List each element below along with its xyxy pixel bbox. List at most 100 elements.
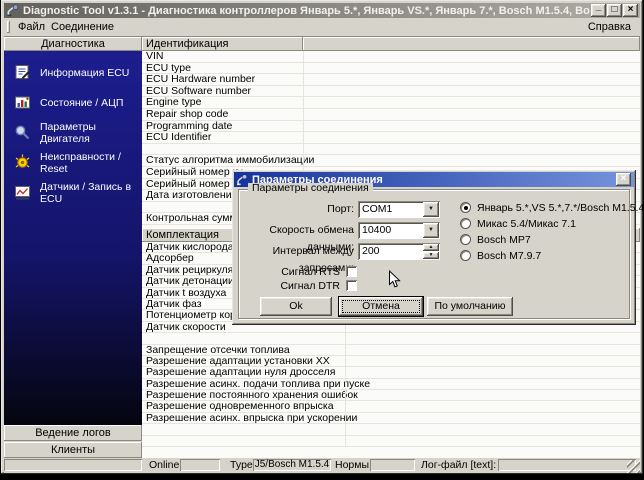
radio-bosch-mp7[interactable] (460, 234, 471, 245)
chevron-down-icon[interactable]: ▼ (423, 202, 439, 217)
row-label: ECU type (142, 63, 640, 74)
menu-gripper-icon (7, 21, 10, 33)
type-value-box: J5/Bosch M1.5.4 (253, 459, 331, 471)
window-title: Diagnostic Tool v1.3.1 - Диагностика кон… (23, 5, 590, 17)
sidebar-item-ecu-info[interactable]: Информация ECU (14, 64, 142, 81)
radio-selected-dot (464, 206, 468, 210)
table-row[interactable]: VIN (142, 51, 640, 63)
norms-label: Нормы: (335, 459, 372, 472)
row-label: Запрещение отсечки топлива (142, 345, 640, 356)
table-row[interactable]: Engine type (142, 97, 640, 109)
sidebar-item-status-adc[interactable]: Состояние / АЦП (14, 94, 142, 111)
spin-down-icon[interactable]: ▼ (423, 252, 439, 259)
chevron-down-icon[interactable]: ▼ (423, 223, 439, 238)
status-bar: Online: Type: J5/Bosch M1.5.4 Нормы: Лог… (4, 458, 640, 473)
row-label: Разрешение постоянного хранения ошибок (142, 390, 640, 401)
online-label: Online: (149, 459, 182, 472)
rts-checkbox[interactable] (346, 266, 357, 277)
maximize-button[interactable]: □ (607, 4, 622, 17)
app-icon (6, 4, 20, 17)
resize-grip[interactable] (627, 460, 640, 473)
baud-select[interactable]: 10400 ▼ (358, 222, 440, 239)
window-titlebar[interactable]: Diagnostic Tool v1.3.1 - Диагностика кон… (4, 3, 640, 18)
radio-label: Bosch MP7 (477, 234, 531, 246)
type-label: Type: (230, 459, 256, 472)
spin-up-icon[interactable]: ▲ (423, 244, 439, 251)
mouse-cursor-icon (388, 270, 401, 290)
cancel-button[interactable]: Отмена (338, 296, 424, 317)
minimize-icon: _ (591, 4, 606, 10)
sidebar-nav: Информация ECU Состояние / АЦП Параметры… (4, 51, 142, 425)
logfile-label: Лог-файл [text]: (421, 459, 496, 472)
port-label: Порт: (240, 201, 354, 218)
table-row[interactable]: Repair shop code (142, 109, 640, 121)
row-label: Engine type (142, 97, 640, 108)
table-row[interactable]: Статус алгоритма иммобилизации (142, 155, 640, 167)
radio-label: Микас 5.4/Микас 7.1 (477, 218, 576, 230)
sidebar-item-faults-reset[interactable]: Неисправности / Reset (14, 154, 142, 171)
row-label: Repair shop code (142, 109, 640, 120)
radio-label: Январь 5.*,VS 5.*,7.*/Bosch M1.5.4(N) (477, 202, 644, 214)
table-row[interactable]: Разрешение асинх. подачи топлива при пус… (142, 379, 640, 390)
sidebar-item-label: Состояние / АЦП (40, 97, 123, 109)
table-row[interactable] (142, 333, 640, 344)
screen: Diagnostic Tool v1.3.1 - Диагностика кон… (0, 0, 644, 480)
engine-params-icon (14, 124, 31, 141)
radio-bosch-m797[interactable] (460, 250, 471, 261)
sidebar-item-label: Неисправности / Reset (40, 151, 142, 175)
close-icon: × (628, 4, 634, 15)
sidebar-item-label: Датчики / Запись в ECU (40, 181, 142, 205)
table-row[interactable] (142, 144, 640, 156)
port-value: COM1 (362, 201, 422, 218)
radio-label: Bosch M7.9.7 (477, 250, 541, 262)
table-row[interactable]: Разрешение адаптации нуля дросселя (142, 367, 640, 378)
row-label: Разрешение адаптации нуля дросселя (142, 367, 640, 378)
table-row[interactable]: Запрещение отсечки топлива (142, 345, 640, 356)
table-row[interactable]: Разрешение одновременного впрыска (142, 401, 640, 412)
table-row[interactable]: ECU type (142, 63, 640, 75)
table-row[interactable] (142, 424, 640, 435)
ecu-info-icon (14, 64, 31, 81)
table-row[interactable]: Разрешение адаптации установки ХХ (142, 356, 640, 367)
sidebar: Диагностика Информация ECU Состояние / А… (4, 37, 142, 458)
menu-bar: Файл Соединение Справка (4, 18, 640, 37)
interval-input[interactable]: 200 ▲ ▼ (358, 243, 440, 260)
table-row[interactable]: Разрешение асинх. впрыска при ускорении (142, 413, 640, 424)
close-button[interactable]: × (623, 4, 638, 17)
logs-button[interactable]: Ведение логов (4, 425, 142, 441)
row-label: Статус алгоритма иммобилизации (142, 155, 640, 166)
table-row[interactable]: ECU Hardware number (142, 74, 640, 86)
status-panel-empty (4, 459, 142, 471)
radio-mikas[interactable] (460, 218, 471, 229)
port-select[interactable]: COM1 ▼ (358, 201, 440, 218)
minimize-button[interactable]: _ (591, 4, 606, 17)
default-button[interactable]: По умолчанию (427, 297, 513, 316)
table-row[interactable]: Разрешение постоянного хранения ошибок (142, 390, 640, 401)
dtr-label: Сигнал DTR (240, 280, 340, 292)
table-row[interactable]: Programming date (142, 121, 640, 133)
row-label: Programming date (142, 121, 640, 132)
menu-help[interactable]: Справка (583, 18, 636, 36)
radio-january5-bosch-m154[interactable] (460, 202, 471, 213)
row-label: Разрешение асинх. впрыска при ускорении (142, 413, 640, 424)
menu-connection[interactable]: Соединение (46, 18, 119, 36)
column-header-value (303, 37, 640, 51)
dialog-close-button[interactable]: × (616, 173, 631, 186)
table-row[interactable] (142, 436, 640, 447)
sidebar-item-label: Параметры Двигателя (40, 121, 142, 145)
table-row[interactable]: ECU Identifier (142, 132, 640, 144)
sidebar-item-sensors-write[interactable]: Датчики / Запись в ECU (14, 184, 142, 201)
sidebar-header: Диагностика (4, 37, 142, 51)
sidebar-item-engine-params[interactable]: Параметры Двигателя (14, 124, 142, 141)
status-adc-icon (14, 94, 31, 111)
ok-button[interactable]: Ok (260, 297, 332, 316)
clients-button[interactable]: Клиенты (4, 442, 142, 458)
row-label: Разрешение асинх. подачи топлива при пус… (142, 379, 640, 390)
sidebar-item-label: Информация ECU (40, 67, 129, 79)
online-value-box (180, 459, 220, 471)
baud-value: 10400 (362, 222, 422, 239)
menu-file[interactable]: Файл (13, 18, 50, 36)
dtr-checkbox[interactable] (346, 280, 357, 291)
table-row[interactable]: ECU Software number (142, 86, 640, 98)
row-label: VIN (142, 51, 640, 62)
